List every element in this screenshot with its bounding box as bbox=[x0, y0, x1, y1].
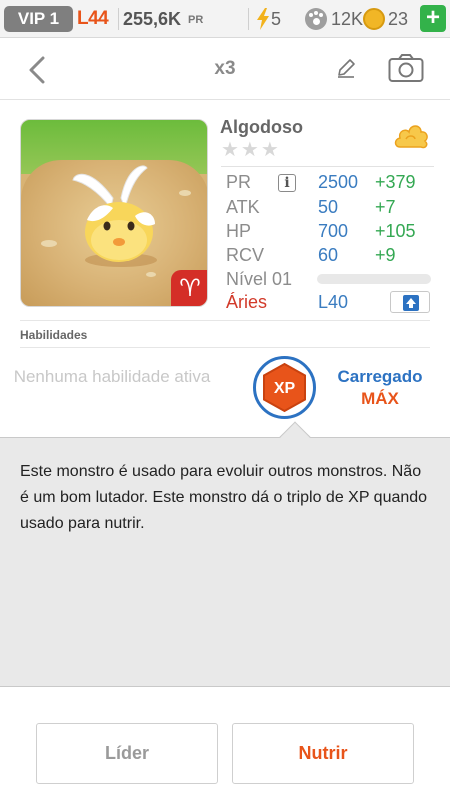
page-title: x3 bbox=[214, 58, 236, 79]
feed-button[interactable]: Nutrir bbox=[232, 723, 414, 784]
stat-row: RCV 60 +9 bbox=[221, 243, 434, 267]
stats-panel: PR i 2500 +379 ATK 50 +7 HP 700 +105 RCV… bbox=[221, 166, 434, 316]
coin-count: 23 bbox=[388, 9, 409, 29]
stat-row: ATK 50 +7 bbox=[221, 195, 434, 219]
power-label: PR bbox=[188, 14, 204, 26]
no-ability-text: Nenhuma habilidade ativa bbox=[13, 367, 211, 386]
stat-value: 700 bbox=[318, 221, 349, 241]
level-label: Nível 01 bbox=[226, 269, 293, 289]
divider bbox=[248, 8, 249, 30]
stat-label: RCV bbox=[226, 245, 265, 265]
vip-badge[interactable]: VIP 1 bbox=[4, 6, 73, 32]
paw-count: 12K bbox=[331, 9, 364, 29]
player-level: L44 bbox=[77, 8, 109, 29]
description-text: Este monstro é usado para evoluir outros… bbox=[20, 463, 428, 532]
camera-icon[interactable] bbox=[388, 53, 424, 83]
stat-row: HP 700 +105 bbox=[221, 219, 434, 243]
info-button[interactable]: i bbox=[278, 174, 296, 192]
xp-badge[interactable]: XP bbox=[253, 356, 316, 419]
stat-value: 2500 bbox=[318, 172, 359, 192]
divider bbox=[20, 347, 430, 348]
nav-bar: x3 bbox=[0, 38, 450, 100]
add-coins-button[interactable]: + bbox=[420, 5, 446, 32]
stat-value: 50 bbox=[318, 197, 339, 217]
status-bar: VIP 1 L44 255,6K PR 5 12K 23 + bbox=[0, 0, 450, 38]
stat-label: PR bbox=[226, 172, 252, 192]
max-label: MÁX bbox=[361, 389, 399, 408]
divider bbox=[20, 320, 430, 321]
stat-bonus: +9 bbox=[375, 245, 396, 265]
charged-label: Carregado bbox=[337, 367, 423, 386]
stat-label: ATK bbox=[226, 197, 260, 217]
stat-bonus: +7 bbox=[375, 197, 396, 217]
level-cap: L40 bbox=[318, 292, 349, 312]
cloud-element-icon bbox=[394, 125, 428, 149]
edit-pencil-icon[interactable] bbox=[335, 57, 357, 79]
power-value: 255,6K bbox=[123, 9, 182, 29]
coin-icon bbox=[363, 8, 385, 30]
stat-bonus: +105 bbox=[375, 221, 416, 241]
stat-value: 60 bbox=[318, 245, 339, 265]
xp-hexagon-icon: XP bbox=[263, 362, 306, 413]
rarity-stars: ★★★ bbox=[221, 139, 281, 161]
energy-count: 5 bbox=[271, 9, 282, 29]
abilities-title: Habilidades bbox=[20, 328, 88, 342]
stat-label: HP bbox=[226, 221, 252, 241]
xp-progress-bar bbox=[317, 274, 431, 284]
stat-row: PR i 2500 +379 bbox=[221, 170, 434, 194]
zodiac-name: Áries bbox=[226, 292, 268, 312]
energy-bolt-icon bbox=[257, 8, 269, 30]
monster-portrait: ♈ bbox=[20, 119, 208, 307]
level-up-button[interactable] bbox=[390, 291, 430, 313]
xp-badge-label: XP bbox=[274, 380, 296, 397]
leader-button[interactable]: Líder bbox=[36, 723, 218, 784]
arrow-up-icon bbox=[403, 295, 419, 311]
monster-name: Algodoso bbox=[220, 117, 303, 137]
divider bbox=[118, 8, 119, 30]
paw-icon bbox=[305, 8, 327, 30]
zodiac-sign-badge: ♈ bbox=[171, 270, 207, 306]
stat-bonus: +379 bbox=[375, 172, 416, 192]
